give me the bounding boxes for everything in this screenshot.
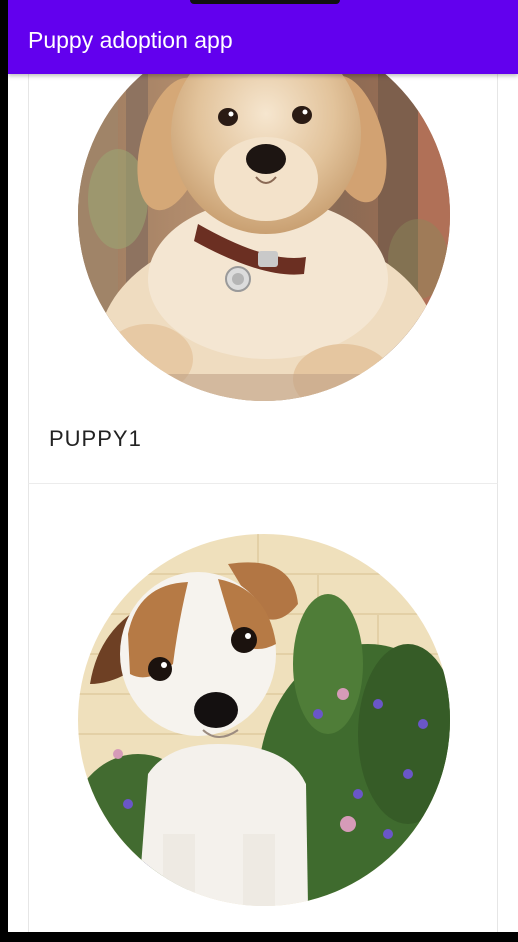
app-screen: Puppy adoption app PUPPY1 <box>8 0 518 932</box>
puppy-name: PUPPY1 <box>49 426 142 451</box>
puppy-photo-golden-retriever <box>78 74 450 401</box>
puppy-list[interactable]: PUPPY1 <box>8 74 518 932</box>
puppy-card[interactable] <box>28 484 498 932</box>
puppy-card[interactable]: PUPPY1 <box>28 74 498 484</box>
top-app-bar: Puppy adoption app <box>8 0 518 74</box>
app-title: Puppy adoption app <box>28 27 233 53</box>
puppy-photo-jack-russell <box>78 534 450 906</box>
navigation-bar <box>0 932 518 942</box>
camera-notch <box>190 0 340 4</box>
device-frame: Puppy adoption app PUPPY1 <box>0 0 518 942</box>
